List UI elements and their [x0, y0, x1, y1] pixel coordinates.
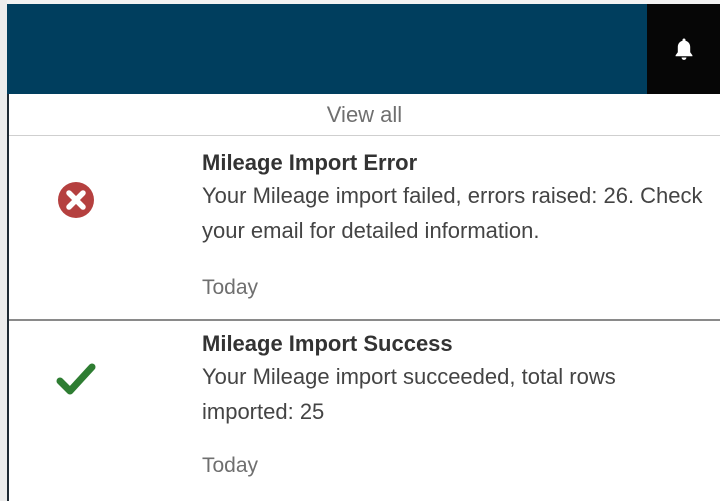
notifications-screen: View all Mileage Import Error Your Milea…: [0, 0, 720, 501]
checkmark-icon: [54, 357, 98, 401]
notification-title: Mileage Import Error: [202, 150, 418, 175]
notification-date: Today: [202, 454, 259, 477]
notification-item-success[interactable]: Mileage Import Success Your Mileage impo…: [9, 321, 720, 501]
notification-body: Mileage Import Error Your Mileage import…: [202, 148, 712, 248]
notification-message: Your Mileage import failed, errors raise…: [202, 183, 703, 243]
notification-title: Mileage Import Success: [202, 331, 453, 356]
app-header-bar: [7, 4, 647, 94]
notification-body: Mileage Import Success Your Mileage impo…: [202, 329, 712, 429]
notification-item-error[interactable]: Mileage Import Error Your Mileage import…: [9, 136, 720, 321]
left-edge: [0, 0, 7, 501]
view-all-link[interactable]: View all: [9, 94, 720, 136]
notifications-dropdown: View all Mileage Import Error Your Milea…: [7, 94, 720, 501]
error-circle-x-icon: [54, 178, 98, 222]
notification-message: Your Mileage import succeeded, total row…: [202, 364, 616, 424]
bell-icon: [675, 38, 692, 60]
notification-date: Today: [202, 276, 259, 299]
notifications-bell-button[interactable]: [647, 4, 720, 94]
